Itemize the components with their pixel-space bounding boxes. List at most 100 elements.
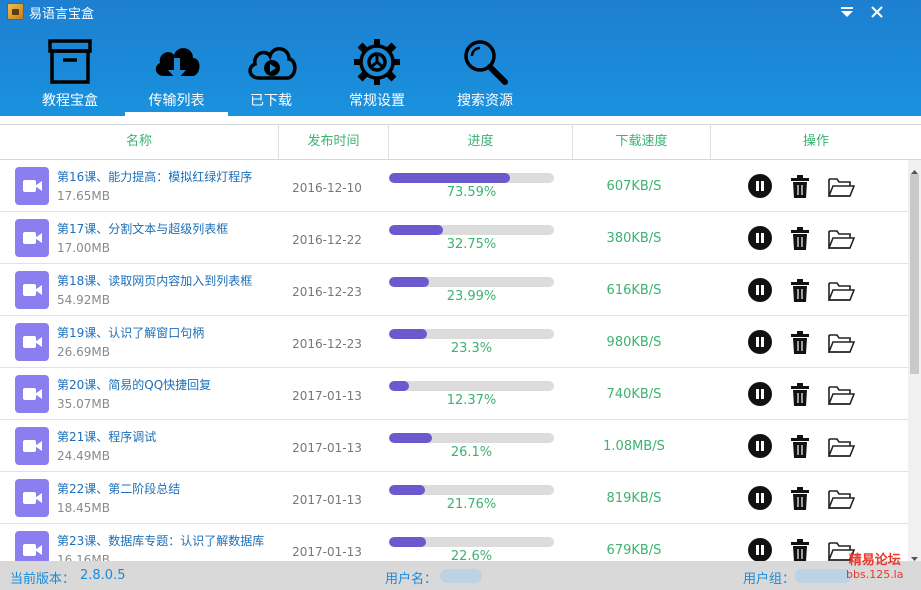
pause-icon[interactable] [748,330,772,354]
file-name[interactable]: 第17课、分割文本与超级列表框 [57,220,228,237]
publish-date: 2017-01-13 [292,545,362,559]
publish-date: 2017-01-13 [292,441,362,455]
app-header: 易语言宝盒 教程宝盒 传输列表 已下载 常规设置 搜索资源 [0,0,921,116]
table-row[interactable]: 第18课、读取网页内容加入到列表框 54.92MB 2016-12-23 23.99%… [0,264,908,316]
progress-bar-fill [389,537,427,547]
trash-icon[interactable] [790,278,810,304]
trash-icon[interactable] [790,174,810,200]
progress-bar-fill [389,225,444,235]
progress-percent: 21.76% [446,497,497,512]
trash-icon[interactable] [790,538,810,561]
scroll-up-icon[interactable] [910,162,919,174]
table-row[interactable]: 第23课、数据库专题：认识了解数据库 16.16MB 2017-01-13 22.6%… [0,524,908,561]
table-row[interactable]: 第17课、分割文本与超级列表框 17.00MB 2016-12-22 32.75% 38… [0,212,908,264]
pause-icon[interactable] [748,434,772,458]
app-title: 易语言宝盒 [29,7,95,22]
scroll-down-icon[interactable] [910,549,919,561]
file-size: 17.00MB [57,241,110,255]
column-header-progress[interactable]: 进度 [389,125,573,159]
progress-percent: 32.75% [446,237,497,252]
pause-icon[interactable] [748,226,772,250]
version-value: 2.8.0.5 [80,568,126,583]
tab-label: 已下载 [250,93,292,109]
title-bar: 易语言宝盒 [0,0,921,24]
progress-percent: 73.59% [446,185,497,200]
trash-icon[interactable] [790,382,810,408]
column-header-speed[interactable]: 下载速度 [573,125,711,159]
video-file-icon [15,323,49,361]
progress-bar [389,173,554,183]
video-file-icon [15,219,49,257]
trash-icon[interactable] [790,434,810,460]
table-row[interactable]: 第22课、第二阶段总结 18.45MB 2017-01-13 21.76% 819KB/… [0,472,908,524]
progress-bar [389,537,554,547]
folder-open-icon[interactable] [827,434,856,460]
tab-tutorial-box[interactable]: 教程宝盒 [35,32,105,116]
tab-transfer-list[interactable]: 传输列表 [125,32,228,116]
column-header-date[interactable]: 发布时间 [279,125,389,159]
folder-open-icon[interactable] [827,278,856,304]
file-name[interactable]: 第20课、简易的QQ快捷回复 [57,376,211,393]
progress-bar [389,225,554,235]
file-size: 16.16MB [57,553,110,561]
file-name[interactable]: 第22课、第二阶段总结 [57,480,180,497]
trash-icon[interactable] [790,330,810,356]
scrollbar-thumb[interactable] [910,174,919,374]
video-file-icon [15,167,49,205]
tab-downloaded[interactable]: 已下载 [238,32,304,116]
table-row[interactable]: 第21课、程序调试 24.49MB 2017-01-13 26.1% 1.08MB/S [0,420,908,472]
table-row[interactable]: 第20课、简易的QQ快捷回复 35.07MB 2017-01-13 12.37% 740… [0,368,908,420]
vertical-scrollbar[interactable] [908,160,921,561]
pause-icon[interactable] [748,538,772,561]
app-logo-icon [7,3,24,20]
trash-icon[interactable] [790,226,810,252]
progress-bar [389,381,554,391]
pause-icon[interactable] [748,382,772,406]
file-name[interactable]: 第19课、认识了解窗口句柄 [57,324,204,341]
table-row[interactable]: 第19课、认识了解窗口句柄 26.69MB 2016-12-23 23.3% 980KB… [0,316,908,368]
progress-bar [389,329,554,339]
folder-open-icon[interactable] [827,226,856,252]
progress-percent: 26.1% [450,445,493,460]
progress-percent: 23.3% [450,341,493,356]
file-size: 54.92MB [57,293,110,307]
tab-settings[interactable]: 常规设置 [342,32,412,116]
pause-icon[interactable] [748,174,772,198]
publish-date: 2017-01-13 [292,493,362,507]
file-name[interactable]: 第18课、读取网页内容加入到列表框 [57,272,252,289]
file-size: 26.69MB [57,345,110,359]
video-file-icon [15,375,49,413]
box-icon [44,36,96,88]
folder-open-icon[interactable] [827,486,856,512]
folder-open-icon[interactable] [827,174,856,200]
publish-date: 2016-12-22 [292,233,362,247]
download-speed: 607KB/S [606,179,662,194]
watermark-url: bbs.125.la [846,568,904,581]
download-speed: 1.08MB/S [603,439,665,454]
progress-bar [389,433,554,443]
folder-open-icon[interactable] [827,382,856,408]
pause-icon[interactable] [748,486,772,510]
progress-percent: 12.37% [446,393,497,408]
file-name[interactable]: 第16课、能力提高：模拟红绿灯程序 [57,168,252,185]
active-tab-indicator [125,112,228,116]
column-header-name[interactable]: 名称 [0,125,279,159]
folder-open-icon[interactable] [827,330,856,356]
table-row[interactable]: 第16课、能力提高：模拟红绿灯程序 17.65MB 2016-12-10 73.59%… [0,160,908,212]
trash-icon[interactable] [790,486,810,512]
dropdown-menu-icon[interactable] [838,4,856,20]
file-name[interactable]: 第21课、程序调试 [57,428,156,445]
version-label: 当前版本： [10,572,76,587]
download-speed: 380KB/S [606,231,662,246]
pause-icon[interactable] [748,278,772,302]
user-group-redacted [795,569,851,583]
publish-date: 2016-12-23 [292,337,362,351]
video-file-icon [15,531,49,561]
search-icon [459,36,511,88]
forum-watermark: 精易论坛 bbs.125.la [846,549,903,581]
progress-bar-fill [389,485,425,495]
video-file-icon [15,271,49,309]
close-icon[interactable] [868,4,886,20]
tab-search-resources[interactable]: 搜索资源 [452,32,518,116]
file-name[interactable]: 第23课、数据库专题：认识了解数据库 [57,532,264,549]
